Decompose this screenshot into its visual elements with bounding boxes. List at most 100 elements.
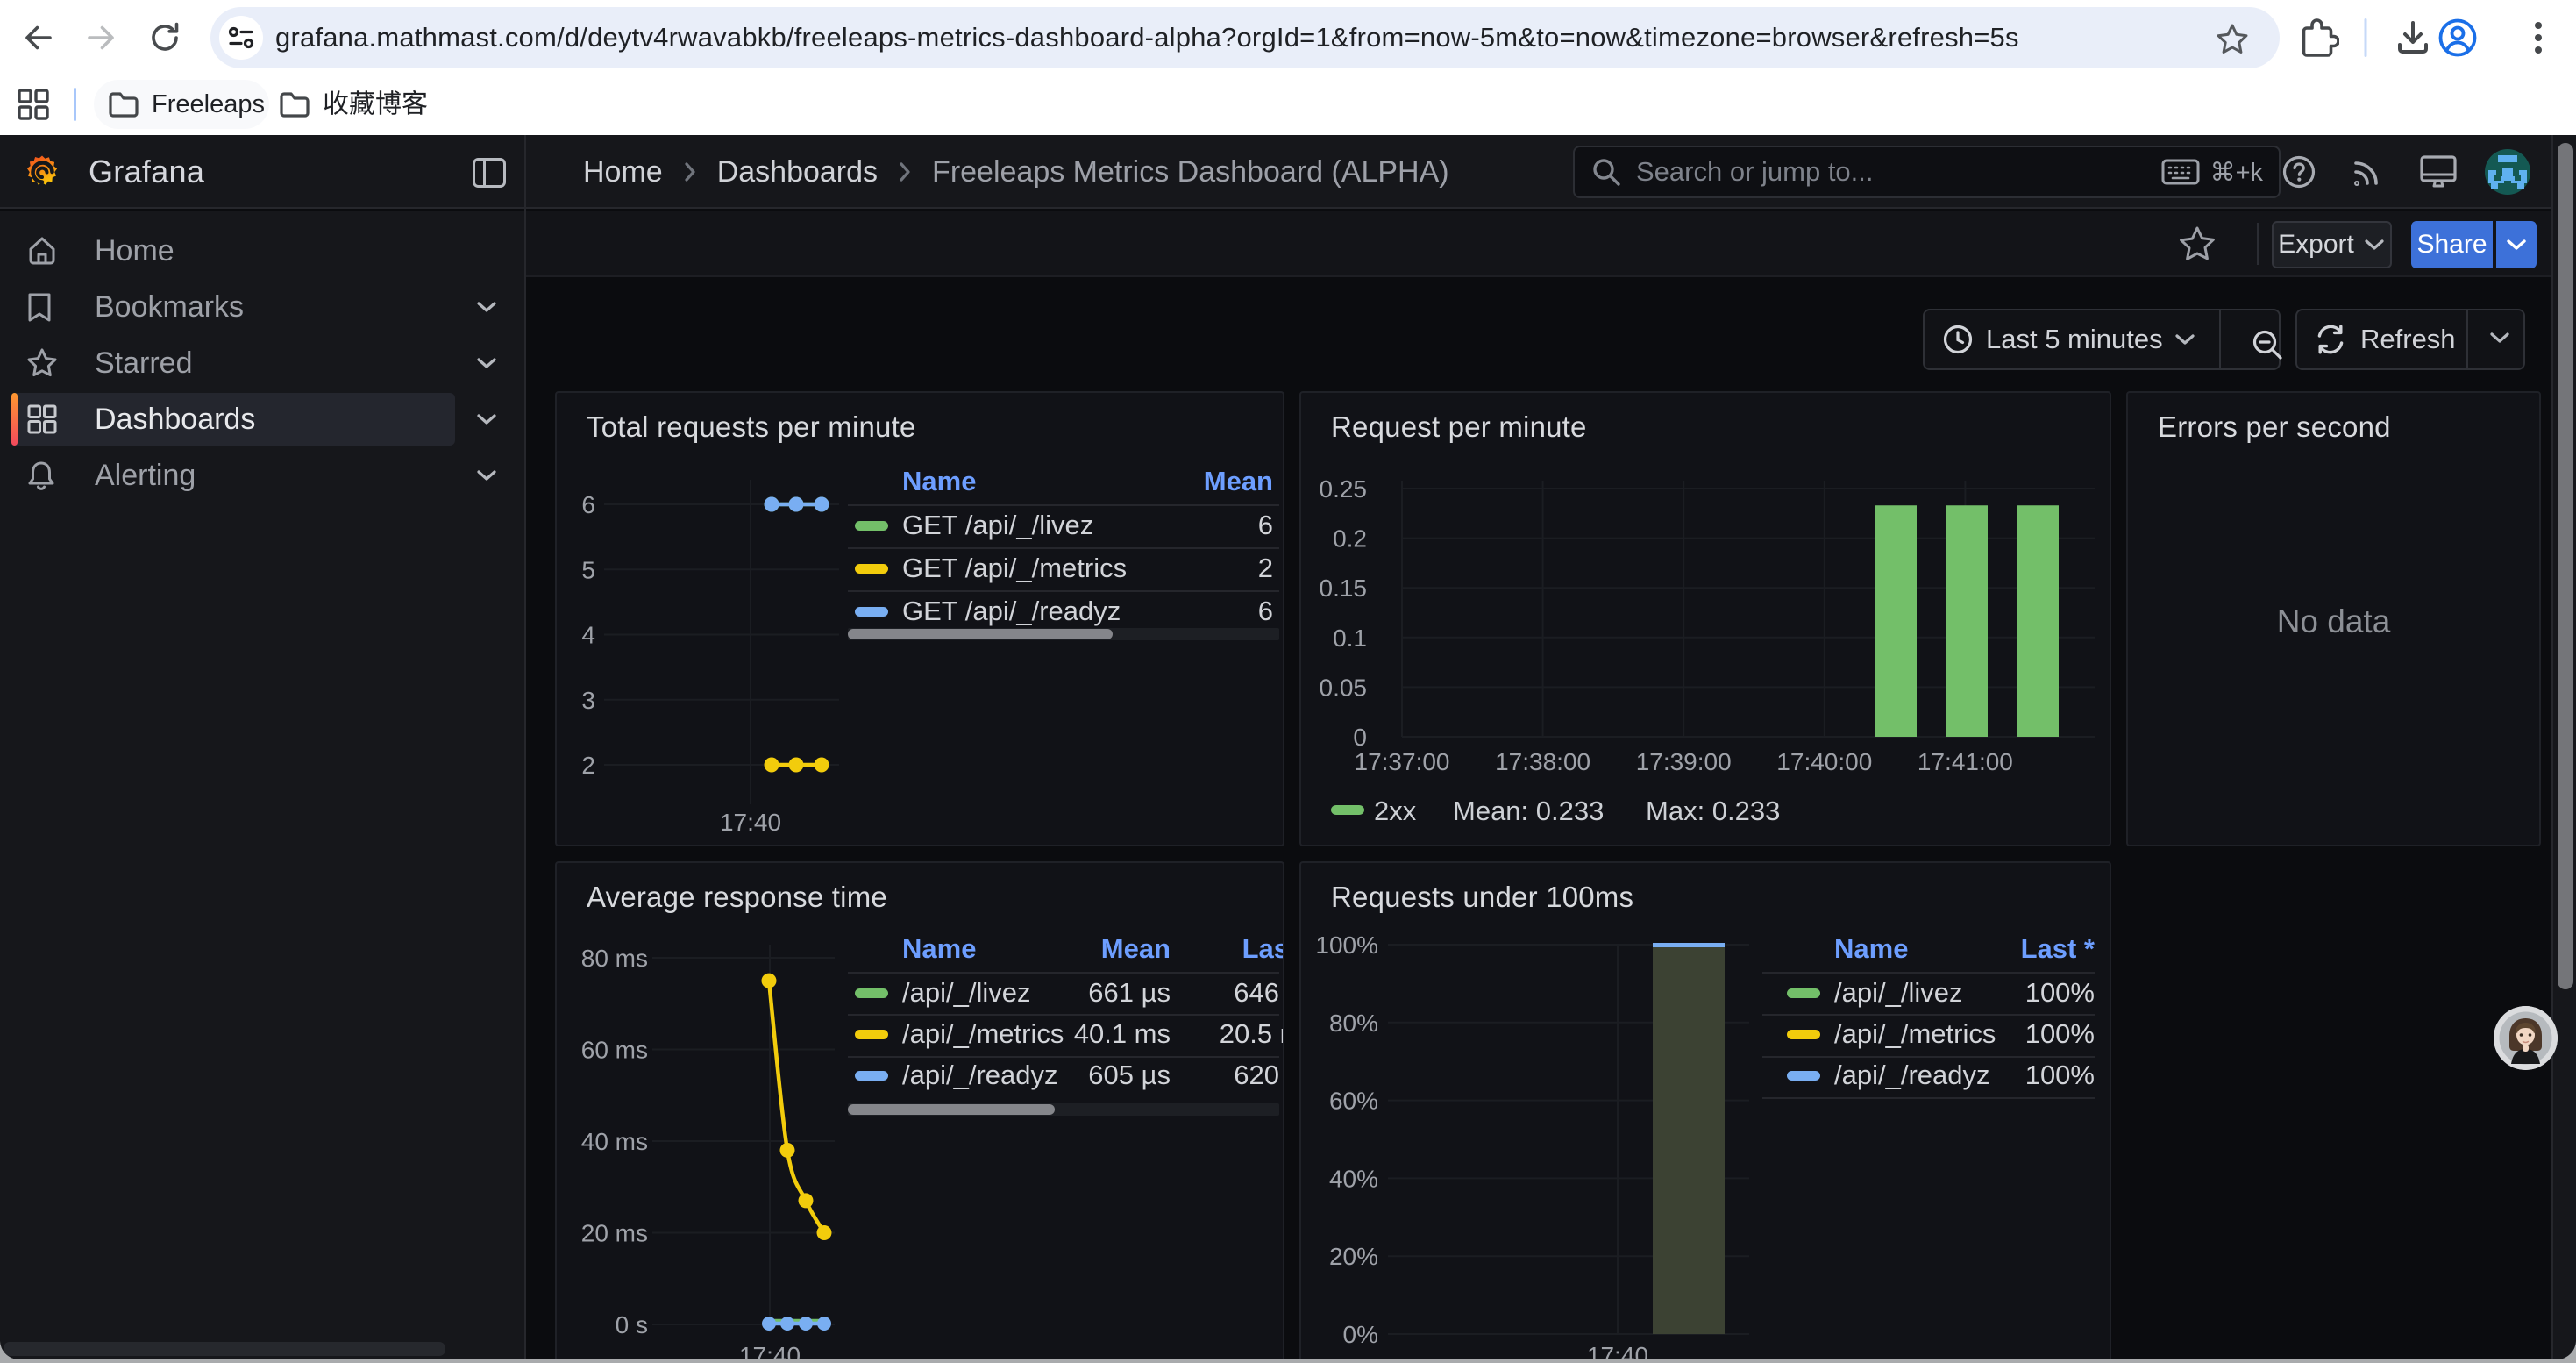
- sidebar-item-bookmarks[interactable]: Bookmarks: [11, 281, 455, 333]
- time-range-picker[interactable]: Last 5 minutes: [1923, 309, 2281, 370]
- horizontal-scrollbar-thumb[interactable]: [4, 1342, 445, 1356]
- group-divider: [2219, 310, 2221, 368]
- help-icon[interactable]: [2281, 154, 2316, 189]
- sidebar-item-home[interactable]: Home: [11, 225, 455, 277]
- sidebar-item-label: Alerting: [95, 459, 196, 493]
- legend-header-last: Last *: [848, 933, 1284, 965]
- monitor-icon[interactable]: [2419, 153, 2458, 190]
- no-data-message: No data: [2128, 603, 2539, 640]
- svg-text:Max: 0.233: Max: 0.233: [1646, 796, 1780, 826]
- profile-icon[interactable]: [2437, 17, 2479, 59]
- bookmark-star-icon[interactable]: [2215, 22, 2250, 57]
- svg-text:4: 4: [581, 622, 595, 649]
- search-shortcut-group: ⌘+k: [2161, 147, 2263, 196]
- group-divider: [2466, 310, 2468, 368]
- expand-chevron-icon[interactable]: [475, 299, 498, 315]
- legend-scrollbar-thumb[interactable]: [848, 629, 1113, 639]
- export-button[interactable]: Export: [2272, 221, 2392, 268]
- bookmarks-separator: [74, 88, 76, 121]
- svg-text:0: 0: [1353, 724, 1367, 751]
- svg-text:2: 2: [581, 752, 595, 779]
- user-avatar[interactable]: [2483, 147, 2532, 196]
- share-button[interactable]: Share: [2411, 221, 2493, 268]
- panel-errors-per-second[interactable]: Errors per second No data: [2126, 391, 2541, 846]
- assistant-avatar[interactable]: [2494, 1006, 2558, 1070]
- downloads-icon[interactable]: [2394, 18, 2432, 57]
- svg-text:17:41:00: 17:41:00: [1918, 748, 2013, 775]
- panel-total-requests[interactable]: Total requests per minute 6543217:40Name…: [555, 391, 1284, 846]
- legend-scrollbar-thumb[interactable]: [848, 1104, 1055, 1115]
- share-menu-button[interactable]: [2496, 221, 2537, 268]
- chevron-down-icon: [2174, 332, 2196, 347]
- legend-row-separator: [1762, 1056, 2095, 1058]
- breadcrumb-current: Freeleaps Metrics Dashboard (ALPHA): [932, 155, 1449, 189]
- svg-text:20 ms: 20 ms: [581, 1220, 648, 1247]
- chevron-down-icon: [2505, 237, 2528, 253]
- keyboard-icon: [2161, 158, 2200, 186]
- bookmark-folder-label-cjk: [323, 89, 428, 120]
- svg-text:17:39:00: 17:39:00: [1636, 748, 1732, 775]
- legend-row-separator: [848, 547, 1279, 549]
- panel-title[interactable]: Errors per second: [2158, 410, 2391, 444]
- expand-chevron-icon[interactable]: [475, 467, 498, 483]
- extensions-icon[interactable]: [2297, 17, 2339, 59]
- grafana-app: Grafana Home Dashboards Freeleaps Metric…: [0, 135, 2576, 1359]
- url-text[interactable]: grafana.mathmast.com/d/deytv4rwavabkb/fr…: [275, 7, 2019, 68]
- browser-menu-icon[interactable]: [2533, 18, 2544, 57]
- dashboard-canvas: Last 5 minutes Refresh Total requests pe…: [526, 279, 2553, 1359]
- search-placeholder: Search or jump to...: [1636, 156, 1874, 188]
- svg-text:17:40: 17:40: [1587, 1342, 1648, 1359]
- grafana-logo-icon[interactable]: [25, 154, 60, 189]
- bookmark-folder-blogs[interactable]: [279, 80, 428, 129]
- reload-icon[interactable]: [147, 20, 182, 55]
- sidebar-item-starred[interactable]: Starred: [11, 337, 455, 389]
- site-settings-icon[interactable]: [219, 16, 263, 60]
- svg-text:0.2: 0.2: [1333, 525, 1367, 553]
- svg-text:100%: 100%: [1315, 931, 1378, 959]
- panel-requests-under-100ms[interactable]: Requests under 100ms 100%80%60%40%20%0%1…: [1299, 861, 2111, 1359]
- search-shortcut: ⌘+k: [2210, 157, 2263, 188]
- sidebar-item-alerting[interactable]: Alerting: [11, 449, 455, 502]
- refresh-label: Refresh: [2360, 324, 2456, 355]
- breadcrumb-home[interactable]: Home: [583, 155, 663, 189]
- browser-toolbar: grafana.mathmast.com/d/deytv4rwavabkb/fr…: [0, 0, 2576, 75]
- refresh-interval-chevron-icon[interactable]: [2488, 330, 2511, 346]
- address-bar[interactable]: grafana.mathmast.com/d/deytv4rwavabkb/fr…: [210, 7, 2280, 68]
- bell-icon: [26, 460, 56, 491]
- bookmark-folder-freeleaps[interactable]: Freeleaps: [94, 80, 269, 129]
- legend-row-separator: [848, 1056, 1279, 1058]
- favorite-dashboard-icon[interactable]: [2177, 224, 2217, 264]
- legend-header-last: Last *: [1762, 933, 2095, 965]
- panel-request-per-minute[interactable]: Request per minute 0.250.20.150.10.05017…: [1299, 391, 2111, 846]
- breadcrumb-chevron-icon: [682, 161, 698, 183]
- active-indicator: [11, 393, 18, 446]
- vertical-scrollbar[interactable]: [2551, 135, 2576, 1359]
- panel-avg-response-time[interactable]: Average response time 80 ms60 ms40 ms20 …: [555, 861, 1284, 1359]
- news-rss-icon[interactable]: [2350, 154, 2385, 189]
- svg-text:17:40:00: 17:40:00: [1776, 748, 1872, 775]
- svg-text:17:40: 17:40: [720, 809, 781, 836]
- back-icon[interactable]: [21, 20, 56, 55]
- legend-row-separator: [848, 504, 1279, 506]
- expand-chevron-icon[interactable]: [475, 355, 498, 371]
- refresh-button[interactable]: Refresh: [2295, 309, 2525, 370]
- forward-icon[interactable]: [83, 20, 118, 55]
- sidebar-toggle-icon[interactable]: [472, 157, 507, 189]
- refresh-icon: [2313, 324, 2348, 355]
- toolbar-separator: [2365, 18, 2367, 57]
- svg-text:0 s: 0 s: [616, 1311, 648, 1338]
- svg-text:0.05: 0.05: [1320, 674, 1368, 701]
- sidebar-item-dashboards[interactable]: Dashboards: [11, 393, 455, 446]
- breadcrumb-dashboards[interactable]: Dashboards: [717, 155, 878, 189]
- zoom-out-icon[interactable]: [2250, 327, 2285, 362]
- search-input[interactable]: Search or jump to... ⌘+k: [1573, 146, 2281, 198]
- star-icon: [26, 347, 58, 379]
- legend-row-separator: [848, 1014, 1279, 1016]
- vertical-scrollbar-thumb[interactable]: [2558, 143, 2573, 989]
- time-range-label: Last 5 minutes: [1986, 324, 2163, 355]
- expand-chevron-icon[interactable]: [475, 411, 498, 427]
- folder-icon: [279, 90, 310, 118]
- apps-grid-icon[interactable]: [17, 88, 50, 121]
- search-icon: [1590, 156, 1622, 188]
- legend-row-separator: [848, 972, 1279, 974]
